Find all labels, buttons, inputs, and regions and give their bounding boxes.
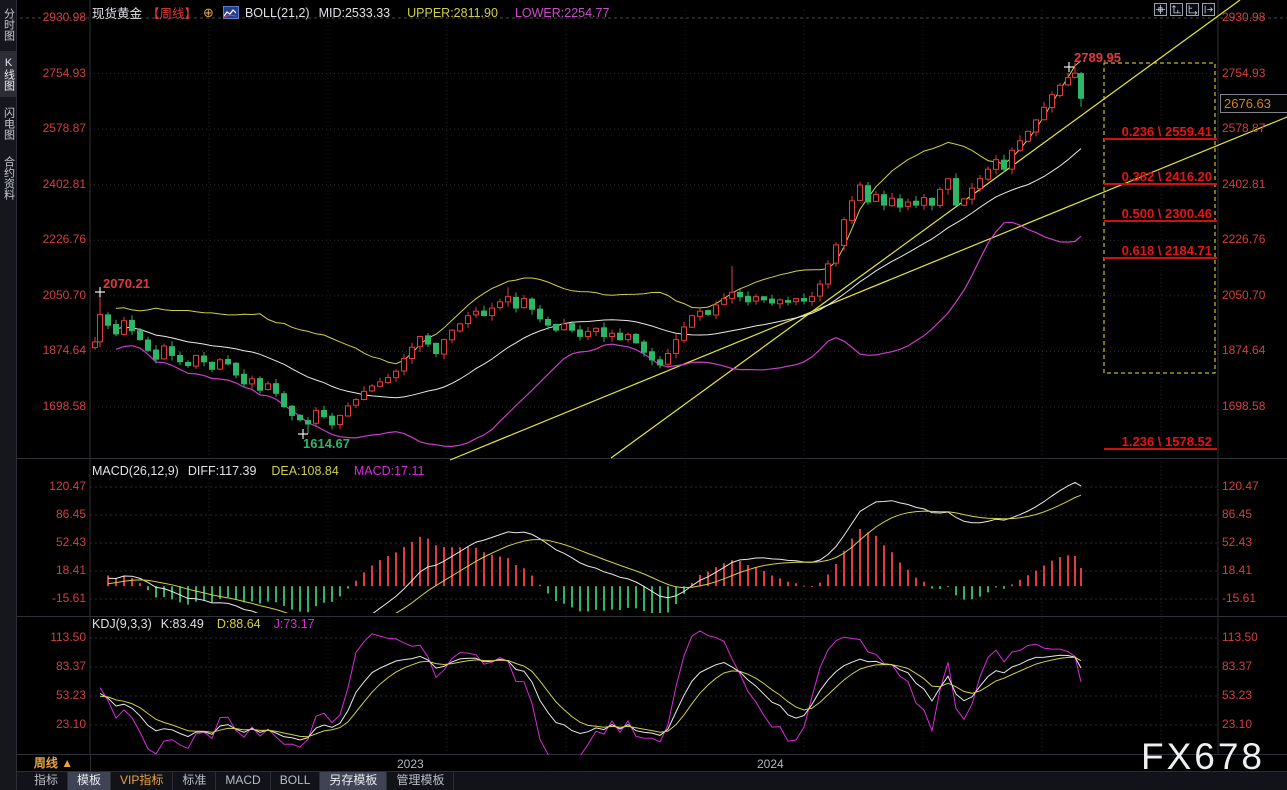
current-price-box: 2676.63 [1220, 94, 1287, 113]
boll-lower-value: LOWER:2254.77 [515, 6, 610, 20]
add-indicator-icon[interactable]: ⊕ [203, 5, 214, 21]
kdj-header: KDJ(9,3,3) K:83.49 D:88.64 J:73.17 [92, 617, 315, 631]
toolbar-tab-7[interactable]: 管理模板 [387, 772, 454, 790]
symbol-name: 现货黄金 [92, 3, 142, 22]
price-axis-left-label: 2402.81 [17, 177, 86, 191]
kdj-k-value: K:83.49 [161, 617, 204, 631]
period-selector[interactable]: 周线 ▲ [17, 755, 91, 771]
low-annotation: 1614.67 [303, 436, 350, 451]
toolbar-tab-0[interactable]: 指标 [25, 772, 68, 790]
price-axis-right-label: 120.47 [1222, 479, 1259, 493]
sidebar-item-1[interactable]: K线图 [0, 51, 17, 97]
mini-chart-icon [223, 6, 239, 19]
macd-title: MACD(26,12,9) [92, 464, 179, 478]
price-axis-right-label: 2050.70 [1222, 288, 1265, 302]
fib-level-label: 0.500 \ 2300.46 [1104, 207, 1217, 222]
toolbar-tab-2[interactable]: VIP指标 [111, 772, 173, 790]
price-axis-right-label: 18.41 [1222, 563, 1252, 577]
fib-level-label: 0.382 \ 2416.20 [1104, 170, 1217, 185]
fib-level-label: 0.618 \ 2184.71 [1104, 244, 1217, 259]
chart-tools [1154, 3, 1215, 16]
price-axis-left-label: 53.23 [17, 688, 86, 702]
toolbar-tab-6[interactable]: 另存模板 [320, 772, 387, 790]
price-axis-left-label: 2050.70 [17, 288, 86, 302]
macd-diff-value: DIFF:117.39 [188, 464, 257, 478]
toolbar-tab-1[interactable]: 模板 [68, 772, 111, 790]
price-axis-left-label: 120.47 [17, 479, 86, 493]
toolbar-tab-5[interactable]: BOLL [271, 772, 321, 790]
price-axis-left-label: 2754.93 [17, 66, 86, 80]
export-icon[interactable] [1202, 3, 1215, 16]
fib-level-label: 1.236 \ 1578.52 [1104, 435, 1217, 450]
macd-header: MACD(26,12,9) DIFF:117.39 DEA:108.84 MAC… [92, 464, 424, 478]
fx678-watermark: FX678 [1141, 736, 1265, 778]
sidebar-item-0[interactable]: 分时图 [0, 2, 17, 47]
price-axis-right-label: 83.37 [1222, 659, 1252, 673]
price-axis-right-label: 113.50 [1222, 630, 1258, 644]
macd-hist-value: MACD:17.11 [354, 464, 425, 478]
sidebar-item-3[interactable]: 合约资料 [0, 150, 17, 206]
period-tag: 【周线】 [147, 3, 197, 22]
price-axis-right-label: 1698.58 [1222, 399, 1265, 413]
early-high-annotation: 2070.21 [103, 276, 150, 291]
price-axis-right-label: 1874.64 [1222, 343, 1265, 357]
kdj-d-value: D:88.64 [217, 617, 261, 631]
price-axis-left-label: -15.61 [17, 591, 86, 605]
boll-upper-value: UPPER:2811.90 [407, 6, 498, 20]
price-axis-right-label: 2930.98 [1222, 10, 1265, 24]
price-axis-right-label: 2754.93 [1222, 66, 1265, 80]
price-axis-left-label: 52.43 [17, 535, 86, 549]
toolbar-tab-3[interactable]: 标准 [173, 772, 216, 790]
price-axis-left-label: 18.41 [17, 563, 86, 577]
price-axis-right-label: 2578.87 [1222, 121, 1265, 135]
main-chart-canvas[interactable] [0, 0, 1287, 790]
price-axis-left-label: 1698.58 [17, 399, 86, 413]
year-label-2023: 2023 [397, 757, 424, 771]
price-axis-left-label: 83.37 [17, 659, 86, 673]
price-axis-right-label: -15.61 [1222, 591, 1256, 605]
crosshair-icon[interactable] [1154, 3, 1167, 16]
price-axis-right-label: 2226.76 [1222, 232, 1265, 246]
peak-annotation: 2789.95 [1074, 50, 1121, 65]
kdj-title: KDJ(9,3,3) [92, 617, 152, 631]
macd-dea-value: DEA:108.84 [271, 464, 338, 478]
price-axis-left-label: 113.50 [17, 630, 86, 644]
price-axis-right-label: 2402.81 [1222, 177, 1265, 191]
toolbar-tab-4[interactable]: MACD [216, 772, 270, 790]
price-axis-right-label: 53.23 [1222, 688, 1252, 702]
chart-window: 分时图 K线图闪电图合约资料 现货黄金 【周线】 ⊕ BOLL(21,2) MID… [0, 0, 1287, 790]
price-axis-left-label: 2578.87 [17, 121, 86, 135]
boll-indicator-label: BOLL(21,2) [245, 6, 310, 20]
y-axis-scale-icon[interactable] [1170, 3, 1183, 16]
chart-type-sidebar: 分时图 K线图闪电图合约资料 [0, 0, 17, 790]
year-label-2024: 2024 [757, 757, 784, 771]
bottom-toolbar: 指标模板VIP指标标准MACDBOLL另存模板管理模板 [17, 771, 1287, 790]
kdj-j-value: J:73.17 [274, 617, 315, 631]
price-axis-left-label: 1874.64 [17, 343, 86, 357]
fib-level-label: 0.236 \ 2559.41 [1104, 125, 1217, 140]
price-axis-left-label: 86.45 [17, 507, 86, 521]
main-chart-header: 现货黄金 【周线】 ⊕ BOLL(21,2) MID:2533.33 UPPER… [92, 3, 609, 22]
price-axis-left-label: 23.10 [17, 717, 86, 731]
sidebar-item-2[interactable]: 闪电图 [0, 101, 17, 146]
price-axis-right-label: 86.45 [1222, 507, 1252, 521]
price-axis-left-label: 2226.76 [17, 232, 86, 246]
price-axis-right-label: 23.10 [1222, 717, 1252, 731]
price-axis-left-label: 2930.98 [17, 10, 86, 24]
price-axis-right-label: 52.43 [1222, 535, 1252, 549]
boll-mid-value: MID:2533.33 [319, 6, 391, 20]
x-axis-scale-icon[interactable] [1186, 3, 1199, 16]
